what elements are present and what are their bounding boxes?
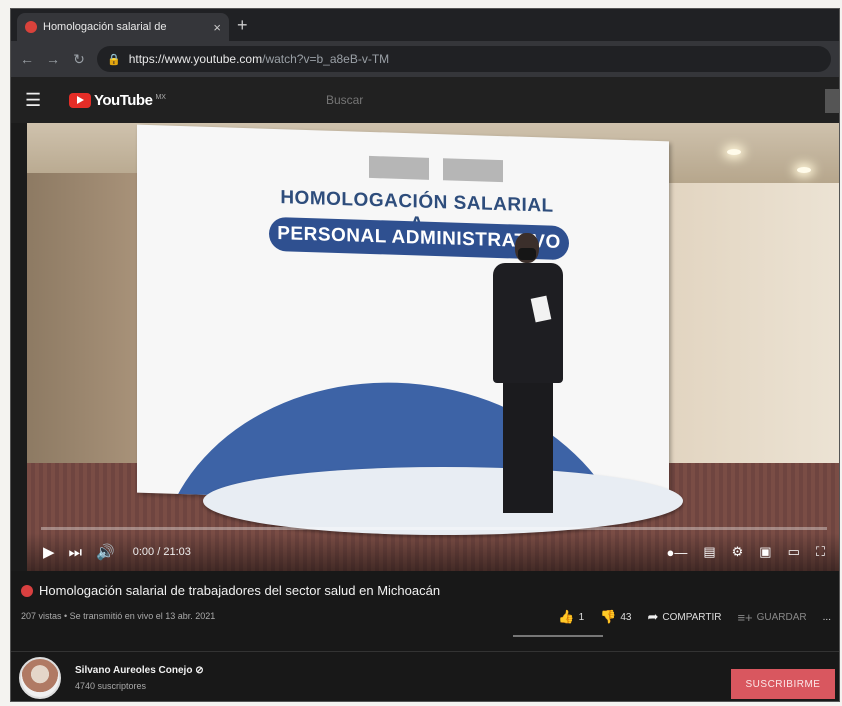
progress-bar[interactable] — [41, 527, 827, 530]
search-button[interactable] — [825, 89, 839, 113]
menu-icon[interactable]: ☰ — [25, 90, 55, 111]
thumbs-up-icon: 👍 — [558, 609, 575, 624]
round-stage — [203, 467, 683, 535]
screenshot-frame: Homologación salarial de × + ← → ↻ 🔒 htt… — [10, 8, 840, 702]
url-text: https://www.youtube.com/watch?v=b_a8eB-v… — [129, 52, 389, 66]
like-count: 1 — [578, 611, 585, 623]
subtitles-icon[interactable]: ▤ — [703, 544, 715, 560]
save-label: GUARDAR — [756, 611, 807, 623]
youtube-header: ☰ YouTube MX — [11, 77, 839, 123]
share-arrow-icon: ➦ — [647, 609, 659, 624]
playlist-add-icon: ≡+ — [737, 609, 753, 625]
country-code: MX — [155, 93, 166, 101]
government-logos — [369, 155, 503, 183]
tab-title: Homologación salarial de — [43, 21, 167, 33]
speaker-legs — [503, 381, 553, 513]
theater-mode-icon[interactable]: ▭ — [788, 544, 800, 560]
address-bar[interactable]: 🔒 https://www.youtube.com/watch?v=b_a8eB… — [97, 46, 831, 72]
browser-tab[interactable]: Homologación salarial de × — [17, 13, 229, 41]
subscriber-count: 4740 suscriptores — [75, 681, 147, 691]
like-ratio-bar — [513, 635, 603, 637]
youtube-logo-text: YouTube — [94, 91, 153, 109]
dislike-count: 43 — [620, 611, 632, 623]
share-button[interactable]: ➦ COMPARTIR — [647, 609, 721, 625]
settings-gear-icon[interactable]: ⚙ — [732, 544, 744, 560]
subscribe-button[interactable]: SUSCRIBIRME — [731, 669, 835, 699]
reload-icon[interactable]: ↻ — [71, 51, 87, 68]
ceiling-light — [797, 167, 811, 173]
forward-arrow-icon[interactable]: → — [45, 51, 61, 67]
video-info-section: Homologación salarial de trabajadores de… — [11, 571, 839, 701]
live-indicator-icon — [21, 584, 33, 597]
video-title: Homologación salarial de trabajadores de… — [39, 583, 441, 598]
michoacan-logo — [443, 158, 503, 183]
tab-close-icon[interactable]: × — [213, 20, 221, 35]
browser-tabstrip: Homologación salarial de × + — [11, 9, 839, 41]
youtube-play-icon — [69, 92, 91, 108]
divider — [11, 651, 839, 652]
url-path: /watch?v=b_a8eB-v-TM — [262, 52, 390, 66]
volume-icon[interactable]: 🔊 — [96, 543, 115, 561]
channel-name-row[interactable]: Silvano Aureoles Conejo ⊘ — [75, 665, 204, 676]
video-player[interactable]: HOMOLOGACIÓN SALARIAL A PERSONAL ADMINIS… — [27, 123, 839, 571]
save-button[interactable]: ≡+ GUARDAR — [737, 610, 806, 625]
back-arrow-icon[interactable]: ← — [19, 51, 35, 67]
youtube-favicon-icon — [25, 21, 37, 33]
player-controls: ▶ ⏭ 🔊 0:00 / 21:03 ●— ▤ ⚙ ▣ ▭ ⛶ — [27, 533, 839, 571]
autoplay-toggle-icon[interactable]: ●— — [666, 545, 687, 560]
speaker-suit — [493, 263, 563, 383]
play-icon[interactable]: ▶ — [43, 543, 55, 561]
event-backdrop: HOMOLOGACIÓN SALARIAL A PERSONAL ADMINIS… — [137, 124, 669, 510]
time-display: 0:00 / 21:03 — [132, 546, 191, 558]
lock-icon: 🔒 — [107, 53, 121, 66]
search-box — [325, 87, 626, 113]
thumbs-down-icon: 👎 — [600, 609, 617, 624]
channel-avatar[interactable] — [19, 657, 61, 699]
video-meta: 207 vistas • Se transmitió en vivo el 13… — [21, 611, 216, 621]
next-icon[interactable]: ⏭ — [69, 544, 83, 561]
like-button[interactable]: 👍 1 — [558, 609, 584, 625]
youtube-logo[interactable]: YouTube MX — [69, 92, 166, 109]
fullscreen-icon[interactable]: ⛶ — [816, 544, 825, 560]
more-actions-button[interactable]: ... — [823, 612, 831, 623]
room-doorway — [27, 173, 137, 483]
player-controls-right: ●— ▤ ⚙ ▣ ▭ ⛶ — [666, 544, 825, 560]
video-actions: 👍 1 👎 43 ➦ COMPARTIR ≡+ GUARDAR ... — [558, 609, 831, 625]
channel-name: Silvano Aureoles Conejo — [75, 665, 193, 676]
browser-toolbar: ← → ↻ 🔒 https://www.youtube.com/watch?v=… — [11, 41, 839, 77]
new-tab-button[interactable]: + — [237, 15, 248, 36]
search-input[interactable] — [325, 87, 626, 113]
speaker-figure — [485, 233, 569, 523]
speaker-face-mask — [518, 248, 536, 260]
video-title-row: Homologación salarial de trabajadores de… — [21, 583, 440, 598]
miniplayer-icon[interactable]: ▣ — [759, 544, 771, 560]
secretaria-salud-logo — [369, 155, 429, 180]
verified-icon: ⊘ — [195, 665, 204, 676]
share-label: COMPARTIR — [662, 611, 722, 623]
ceiling-light — [727, 149, 741, 155]
url-host: https://www.youtube.com — [128, 52, 263, 66]
dislike-button[interactable]: 👎 43 — [600, 609, 631, 625]
